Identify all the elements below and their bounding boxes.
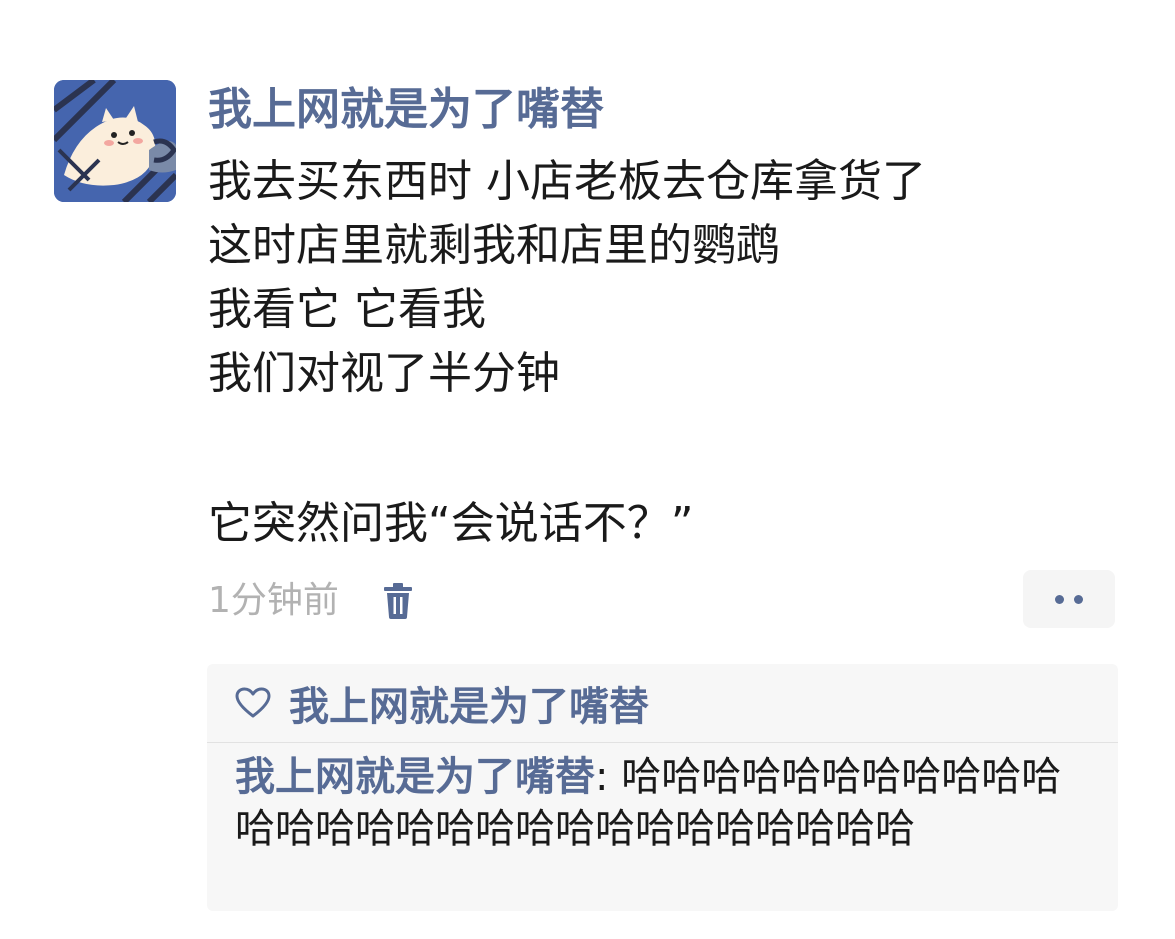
post-time: 1分钟前 [208, 580, 339, 621]
post-line [208, 406, 1128, 470]
avatar[interactable] [54, 80, 176, 202]
cartoon-cat-avatar [54, 80, 176, 202]
post-line: 这时店里就剩我和店里的鹦鹉 [208, 220, 780, 271]
post-meta: 1分钟前 [208, 570, 1118, 630]
heart-outline-icon [235, 687, 271, 718]
comment-item[interactable]: 我上网就是为了嘴替: 哈哈哈哈哈哈哈哈哈哈哈哈哈哈哈哈哈哈哈哈哈哈哈哈哈哈哈哈 [207, 743, 1118, 855]
more-dots-icon [1055, 594, 1064, 604]
interaction-panel: 我上网就是为了嘴替 我上网就是为了嘴替: 哈哈哈哈哈哈哈哈哈哈哈哈哈哈哈哈哈哈哈… [207, 664, 1118, 911]
post-author-name[interactable]: 我上网就是为了嘴替 [208, 78, 1128, 142]
moment-post: 我上网就是为了嘴替 我去买东西时 小店老板去仓库拿货了 这时店里就剩我和店里的鹦… [208, 78, 1128, 556]
more-actions-button[interactable] [1023, 570, 1115, 628]
post-line: 我去买东西时 小店老板去仓库拿货了 [208, 156, 926, 207]
post-line: 它突然问我“会说话不？” [208, 498, 694, 549]
trash-icon[interactable] [383, 582, 413, 620]
comment-separator: : [595, 754, 622, 800]
more-dots-icon [1074, 594, 1083, 604]
post-line: 我看它 它看我 [208, 284, 486, 335]
post-line: 我们对视了半分钟 [208, 348, 560, 399]
post-content: 我去买东西时 小店老板去仓库拿货了 这时店里就剩我和店里的鹦鹉 我看它 它看我 … [208, 150, 1128, 556]
likes-row: 我上网就是为了嘴替 [207, 664, 1118, 743]
comment-author[interactable]: 我上网就是为了嘴替 [235, 754, 595, 800]
like-user-name[interactable]: 我上网就是为了嘴替 [289, 674, 649, 732]
